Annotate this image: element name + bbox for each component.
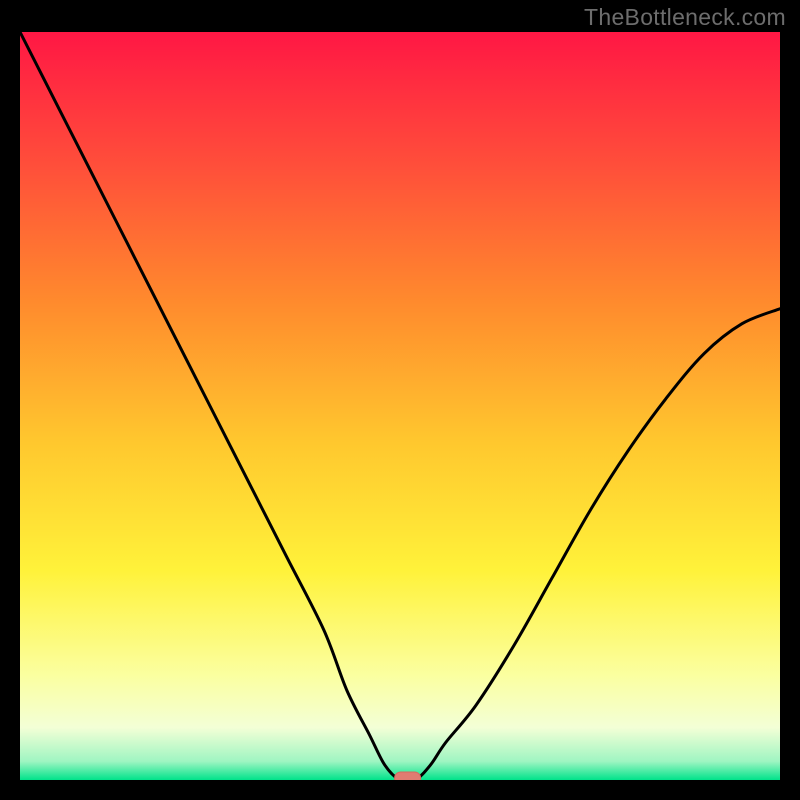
- optimal-marker: [395, 772, 421, 780]
- chart-frame: TheBottleneck.com: [0, 0, 800, 800]
- chart-svg: [20, 32, 780, 780]
- watermark-text: TheBottleneck.com: [584, 4, 786, 31]
- plot-area: [20, 32, 780, 780]
- gradient-rect: [20, 32, 780, 780]
